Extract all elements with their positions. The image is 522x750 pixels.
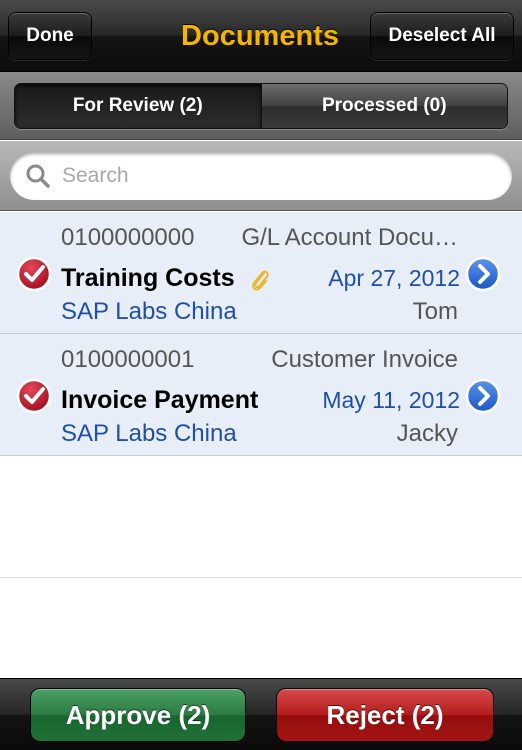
chevron-right-icon[interactable] <box>465 378 501 414</box>
list-item[interactable]: 0100000001 Customer Invoice Invoice Paym… <box>0 334 522 456</box>
checkmark-icon[interactable] <box>16 256 52 292</box>
document-title: Invoice Payment <box>61 386 259 414</box>
tab-processed[interactable]: Processed (0) <box>260 84 507 128</box>
document-company: SAP Labs China <box>61 420 237 447</box>
checkmark-icon[interactable] <box>16 378 52 414</box>
document-id: 0100000001 <box>61 346 195 373</box>
review-segmented-control: For Review (2) Processed (0) <box>14 83 508 129</box>
search-input[interactable] <box>62 164 482 188</box>
paperclip-icon <box>249 267 271 293</box>
segment-bar: For Review (2) Processed (0) <box>0 72 522 140</box>
document-company: SAP Labs China <box>61 298 237 325</box>
document-person: Jacky <box>396 420 458 447</box>
search-field[interactable] <box>10 152 512 200</box>
document-person: Tom <box>412 298 458 325</box>
empty-row <box>0 456 522 578</box>
document-id: 0100000000 <box>61 224 195 251</box>
document-type: G/L Account Docu… <box>241 224 458 251</box>
document-date: May 11, 2012 <box>322 387 460 413</box>
action-toolbar: Approve (2) Reject (2) <box>0 678 522 750</box>
chevron-right-icon[interactable] <box>465 256 501 292</box>
deselect-all-button[interactable]: Deselect All <box>370 12 514 60</box>
document-title: Training Costs <box>61 264 235 292</box>
document-date: Apr 27, 2012 <box>328 265 460 291</box>
approve-button[interactable]: Approve (2) <box>30 688 246 742</box>
navigation-bar: Done Documents Deselect All <box>0 0 522 72</box>
tab-for-review[interactable]: For Review (2) <box>15 84 261 128</box>
search-icon <box>24 162 52 190</box>
documents-list: 0100000000 G/L Account Docu… Training Co… <box>0 212 522 578</box>
done-button[interactable]: Done <box>8 12 92 60</box>
list-item[interactable]: 0100000000 G/L Account Docu… Training Co… <box>0 212 522 334</box>
search-bar <box>0 141 522 211</box>
reject-button[interactable]: Reject (2) <box>276 688 494 742</box>
page-title: Documents <box>181 19 339 52</box>
document-type: Customer Invoice <box>271 346 458 373</box>
